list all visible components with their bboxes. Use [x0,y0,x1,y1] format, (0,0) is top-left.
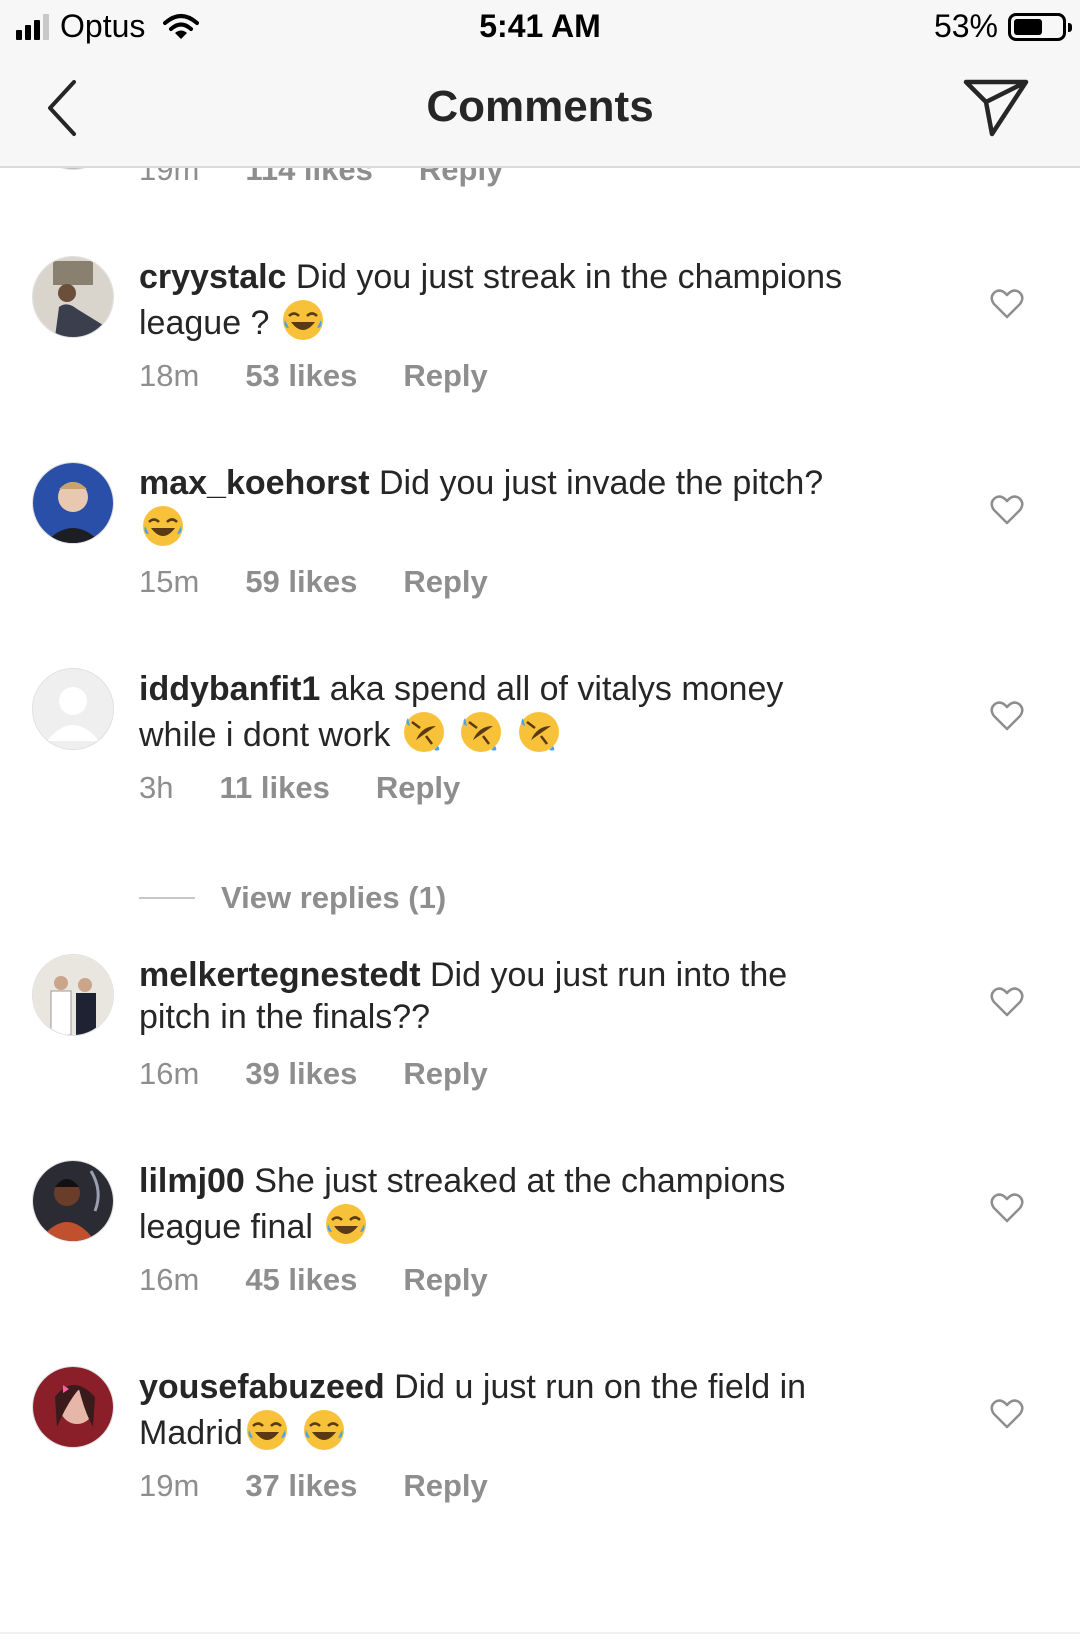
comment-meta: 15m 59 likes Reply [139,564,488,600]
comment-username[interactable]: max_koehorst [139,464,370,502]
comment-likes[interactable]: 45 likes [245,1262,357,1298]
comment-meta: 19m 114 likes Reply [139,168,503,188]
avatar[interactable] [32,954,114,1036]
heart-icon[interactable] [990,700,1024,732]
reply-button[interactable]: Reply [403,1468,487,1504]
comment-time: 18m [139,358,200,393]
rolling-laughing-emoji-icon [461,712,502,752]
comment-meta: 3h 11 likes Reply [139,770,460,806]
comment-body: melkertegnestedt Did you just run into t… [139,954,939,1038]
status-bar: Optus 5:41 AM 53% [0,0,1080,54]
comment-text: Did you just run into the [430,956,788,994]
avatar[interactable] [32,668,114,750]
rolling-laughing-emoji-icon [403,712,444,752]
comment-likes[interactable]: 59 likes [245,564,357,600]
comment-text: league ? [139,304,270,342]
heart-icon[interactable] [990,288,1024,320]
comment-body: lilmj00 She just streaked at the champio… [139,1160,939,1248]
laughing-emoji-icon [304,1410,345,1450]
avatar[interactable] [32,168,114,170]
comment-body: iddybanfit1 aka spend all of vitalys mon… [139,668,939,756]
comment-text: Did you just streak in the champions [295,258,843,296]
comment-text: aka spend all of vitalys money [329,670,784,708]
comment-text: Did you just invade the pitch? [379,464,824,502]
comment-username[interactable]: lilmj00 [139,1162,245,1200]
comment-body: max_koehorst Did you just invade the pit… [139,462,939,550]
laughing-emoji-icon [282,300,323,340]
comment-likes[interactable]: 53 likes [245,358,357,394]
comment-text: pitch in the finals?? [139,998,431,1036]
reply-button[interactable]: Reply [376,770,460,806]
reply-button[interactable]: Reply [403,1056,487,1092]
status-time: 5:41 AM [479,8,601,44]
comment-username[interactable]: melkertegnestedt [139,956,421,994]
avatar[interactable] [32,1160,114,1242]
heart-icon[interactable] [990,986,1024,1018]
view-replies-label: View replies (1) [221,880,447,915]
comment-meta: 18m 53 likes Reply [139,358,488,394]
comment-time: 16m [139,1056,200,1091]
view-replies-button[interactable]: View replies (1) [139,880,446,916]
comment-username[interactable]: iddybanfit1 [139,670,320,708]
avatar[interactable] [32,1366,114,1448]
comment-text: Madrid [139,1414,243,1452]
comment-time: 19m [139,168,200,187]
comment-time: 15m [139,564,200,599]
page-title: Comments [426,82,654,131]
status-right: 53% [933,8,1072,45]
comment-body: yousefabuzeed Did u just run on the fiel… [139,1366,939,1454]
comment-body: cryystalc Did you just streak in the cha… [139,256,939,344]
comment-time: 16m [139,1262,200,1297]
reply-button[interactable]: Reply [403,1262,487,1298]
comment-likes[interactable]: 39 likes [245,1056,357,1092]
comment-text: She just streaked at the champions [254,1162,786,1200]
comment-meta: 19m 37 likes Reply [139,1468,488,1504]
avatar[interactable] [32,256,114,338]
reply-button[interactable]: Reply [403,358,487,394]
comment-likes[interactable]: 114 likes [245,168,373,188]
comment-likes[interactable]: 37 likes [245,1468,357,1504]
comment-username[interactable]: cryystalc [139,258,286,296]
divider [0,1632,1080,1634]
rolling-laughing-emoji-icon [518,712,559,752]
comment-time: 19m [139,1468,200,1503]
comment-text: league final [139,1208,313,1246]
send-icon[interactable] [962,76,1030,140]
divider [139,897,195,899]
comment-text: while i dont work [139,716,391,754]
comment-likes[interactable]: 11 likes [219,770,329,806]
nav-bar: Comments [0,54,1080,168]
heart-icon[interactable] [990,1192,1024,1224]
battery-percent: 53% [933,8,998,44]
comment-meta: 16m 39 likes Reply [139,1056,488,1092]
comment-text: Did u just run on the field in [394,1368,807,1406]
comment-time: 3h [139,770,174,805]
heart-icon[interactable] [990,494,1024,526]
laughing-emoji-icon [246,1410,287,1450]
comment-list: 19m 114 likes Reply cryystalc Did you ju… [0,168,1080,1628]
comment-username[interactable]: yousefabuzeed [139,1368,385,1406]
comment-meta: 16m 45 likes Reply [139,1262,488,1298]
avatar[interactable] [32,462,114,544]
laughing-emoji-icon [326,1204,367,1244]
heart-icon[interactable] [990,1398,1024,1430]
reply-button[interactable]: Reply [419,168,503,188]
reply-button[interactable]: Reply [403,564,487,600]
battery-icon [1008,12,1072,41]
laughing-emoji-icon [143,506,183,546]
